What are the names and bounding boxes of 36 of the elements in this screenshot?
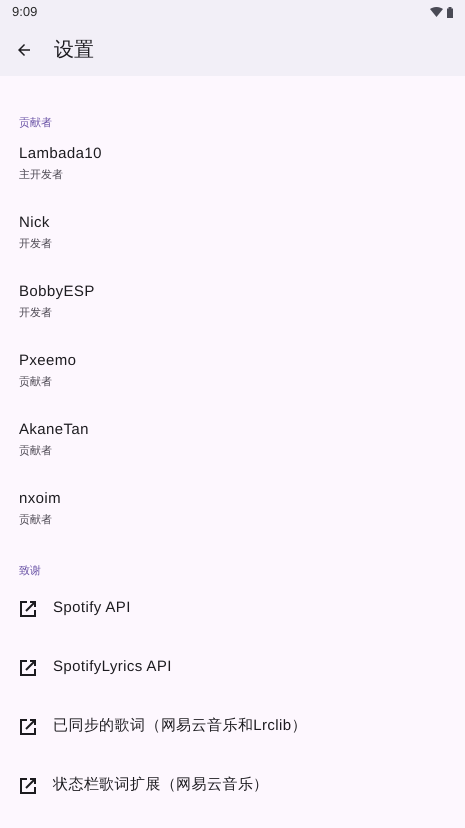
contributor-role: 开发者 — [19, 306, 52, 320]
contributor-item[interactable]: AkaneTan 贡献者 — [0, 420, 465, 489]
contributor-item[interactable]: Pxeemo 贡献者 — [0, 351, 465, 420]
link-item[interactable]: Spotify API — [0, 579, 465, 638]
external-link-icon — [19, 718, 37, 736]
link-label: SpotifyLyrics API — [53, 657, 172, 678]
screen-title: 设置 — [54, 38, 94, 63]
contributor-role: 贡献者 — [19, 513, 52, 527]
external-link-icon — [19, 776, 37, 794]
link-item[interactable]: SpotifyLyrics API — [0, 638, 465, 697]
section-header: 致谢 — [19, 564, 41, 579]
contributor-name: nxoim — [19, 489, 62, 509]
contributor-item[interactable]: Lambada10 主开发者 — [0, 144, 465, 213]
contributor-item[interactable]: nxoim 贡献者 — [0, 489, 465, 558]
contributor-item[interactable]: BobbyESP 开发者 — [0, 282, 465, 351]
contributor-role: 开发者 — [19, 237, 52, 251]
external-link-icon — [19, 600, 37, 618]
contributor-name: Pxeemo — [19, 351, 76, 371]
contributor-role: 贡献者 — [19, 444, 52, 458]
section-header: 贡献者 — [19, 116, 52, 131]
wifi-icon — [430, 7, 443, 17]
link-label: 状态栏歌词扩展（网易云音乐） — [53, 775, 269, 796]
contributor-name: Lambada10 — [19, 144, 102, 164]
contributor-name: BobbyESP — [19, 282, 95, 302]
contributor-role: 贡献者 — [19, 375, 52, 389]
link-item[interactable]: 状态栏歌词扩展（网易云音乐） — [0, 756, 465, 815]
link-label: Spotify API — [53, 598, 131, 618]
link-label: 已同步的歌词（网易云音乐和Lrclib） — [53, 716, 307, 736]
link-item[interactable]: 已同步的歌词（网易云音乐和Lrclib） — [0, 697, 465, 756]
contributor-name: AkaneTan — [19, 420, 89, 440]
contributor-role: 主开发者 — [19, 168, 63, 182]
battery-icon — [447, 6, 453, 18]
contributor-item[interactable]: Nick 开发者 — [0, 213, 465, 282]
contributor-name: Nick — [19, 213, 50, 233]
status-time: 9:09 — [12, 3, 38, 22]
external-link-icon — [19, 658, 37, 676]
